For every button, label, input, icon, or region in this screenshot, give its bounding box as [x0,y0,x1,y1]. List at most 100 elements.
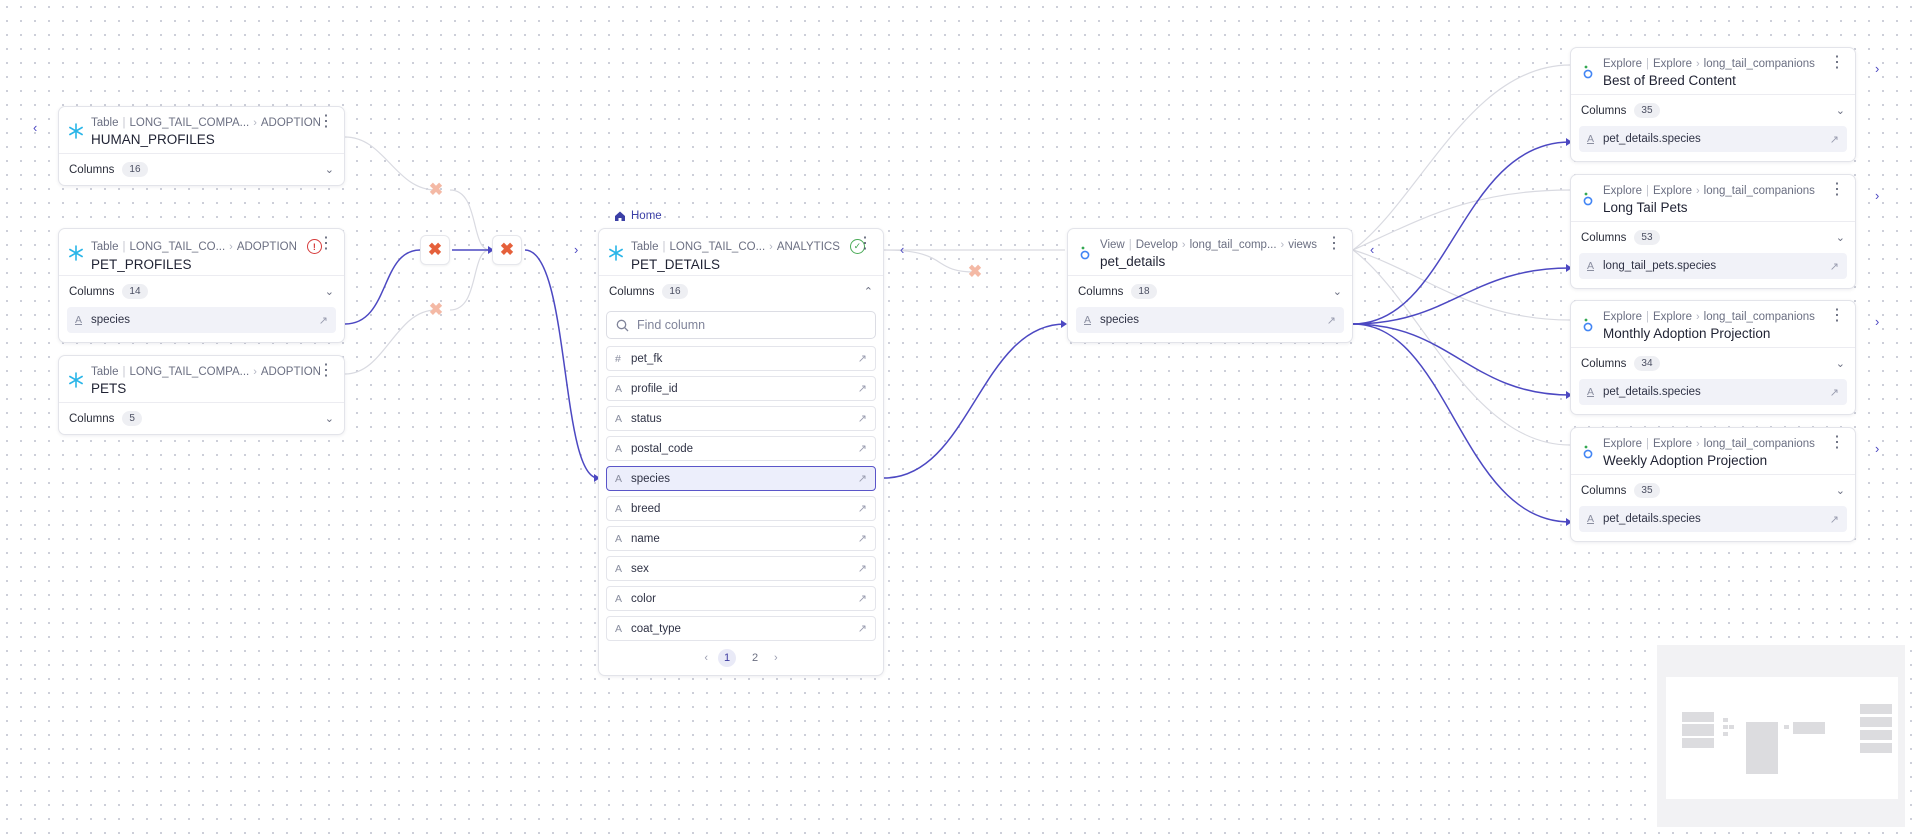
external-link-icon[interactable]: ↗ [319,314,328,327]
external-link-icon[interactable]: ↗ [1327,314,1336,327]
external-link-icon[interactable]: ↗ [858,532,867,545]
node-title: Long Tail Pets [1603,200,1688,215]
source-schema: ADOPTION [260,366,321,378]
chevron-down-icon[interactable]: ⌄ [325,285,334,298]
column-field[interactable]: Along_tail_pets.species ↗ [1579,253,1847,279]
dbt-model-icon[interactable]: ✖ [492,235,522,265]
column-field[interactable]: Apet_details.species ↗ [1579,126,1847,152]
column-row-species[interactable]: Aspecies ↗ [606,466,876,491]
external-link-icon[interactable]: ↗ [858,622,867,635]
search-placeholder: Find column [637,318,706,332]
column-row-status[interactable]: Astatus ↗ [606,406,876,431]
expand-downstream-icon[interactable]: › [1875,441,1879,456]
chevron-left-icon[interactable]: ‹ [1370,242,1374,257]
columns-toggle[interactable]: Columns 35 ⌄ [1571,94,1855,126]
columns-toggle[interactable]: Columns 14 ⌄ [59,275,344,307]
more-options-icon[interactable]: ⋮ [1829,308,1845,324]
page-2-button[interactable]: 2 [746,649,764,667]
chevron-down-icon[interactable]: ⌄ [325,412,334,425]
edge-view-monthly [1352,323,1571,396]
external-link-icon[interactable]: ↗ [858,412,867,425]
node-title: PETS [91,381,127,396]
external-link-icon[interactable]: ↗ [1830,260,1839,273]
chevron-down-icon[interactable]: ⌄ [1836,104,1845,117]
focus-table-card[interactable]: Table | LONG_TAIL_CO... › ANALYTICS ✓ PET_DET… [598,228,884,676]
external-link-icon[interactable]: ↗ [858,592,867,605]
find-column-input[interactable]: Find column [606,311,876,339]
home-tag[interactable]: Home [614,210,662,222]
source-path: LONG_TAIL_CO... [129,240,226,253]
chevron-left-icon[interactable]: ‹ [900,242,904,257]
column-field-species[interactable]: A species ↗ [67,307,336,333]
more-options-icon[interactable]: ⋮ [318,114,334,130]
more-options-icon[interactable]: ⋮ [1829,55,1845,71]
columns-count-badge: 16 [122,162,148,177]
minimap[interactable] [1657,645,1905,827]
dbt-model-icon[interactable]: ✖ [420,235,450,265]
column-field[interactable]: Apet_details.species ↗ [1579,506,1847,532]
column-field[interactable]: Apet_details.species ↗ [1579,379,1847,405]
explore-card[interactable]: Explore | Explore › long_tail_companions Week… [1570,427,1856,542]
chevron-down-icon[interactable]: ⌄ [1836,231,1845,244]
page-1-button[interactable]: 1 [718,649,736,667]
dbt-model-icon[interactable]: ✖ [421,295,451,325]
source-path: long_tail_companions [1703,438,1815,450]
chevron-down-icon[interactable]: ⌄ [1836,484,1845,497]
columns-toggle[interactable]: Columns 53 ⌄ [1571,221,1855,253]
table-card-pet-profiles[interactable]: Table | LONG_TAIL_CO... › ADOPTION! PET_PROF… [58,228,345,343]
column-row-color[interactable]: Acolor ↗ [606,586,876,611]
explore-card[interactable]: Explore | Explore › long_tail_companions Long… [1570,174,1856,289]
prev-page-icon[interactable]: ‹ [704,652,708,664]
column-row-pet-fk[interactable]: # pet_fk ↗ [606,346,876,371]
more-options-icon[interactable]: ⋮ [857,236,873,252]
external-link-icon[interactable]: ↗ [1830,133,1839,146]
columns-toggle[interactable]: Columns 18 ⌄ [1068,275,1352,307]
external-link-icon[interactable]: ↗ [1830,386,1839,399]
expand-upstream-button[interactable]: ‹ [33,120,37,135]
external-link-icon[interactable]: ↗ [858,352,867,365]
columns-toggle[interactable]: Columns 16 ⌄ [59,153,344,185]
column-row-name[interactable]: Aname ↗ [606,526,876,551]
node-title: Monthly Adoption Projection [1603,326,1771,341]
columns-toggle[interactable]: Columns 35 ⌄ [1571,474,1855,506]
explore-card[interactable]: Explore | Explore › long_tail_companions Best… [1570,47,1856,162]
columns-toggle[interactable]: Columns 16 ⌃ [599,275,883,307]
external-link-icon[interactable]: ↗ [858,442,867,455]
more-options-icon[interactable]: ⋮ [1326,236,1342,252]
expand-downstream-icon[interactable]: › [1875,314,1879,329]
chevron-up-icon[interactable]: ⌃ [864,285,873,298]
string-type-icon: A [615,382,623,395]
more-options-icon[interactable]: ⋮ [1829,435,1845,451]
explore-card[interactable]: Explore | Explore › long_tail_companions Mont… [1570,300,1856,415]
external-link-icon[interactable]: ↗ [858,562,867,575]
dbt-model-icon[interactable]: ✖ [960,257,990,287]
next-page-icon[interactable]: › [774,652,778,664]
column-row-profile-id[interactable]: Aprofile_id ↗ [606,376,876,401]
view-card-pet-details[interactable]: View | Develop › long_tail_comp... › views pet… [1067,228,1353,343]
chevron-down-icon[interactable]: ⌄ [1836,357,1845,370]
column-row-postal-code[interactable]: Apostal_code ↗ [606,436,876,461]
external-link-icon[interactable]: ↗ [858,382,867,395]
expand-downstream-icon[interactable]: › [1875,188,1879,203]
more-options-icon[interactable]: ⋮ [318,363,334,379]
column-row-coat-type[interactable]: Acoat_type ↗ [606,616,876,641]
column-row-sex[interactable]: Asex ↗ [606,556,876,581]
column-field-species[interactable]: A species ↗ [1076,307,1344,333]
expand-downstream-icon[interactable]: › [1875,61,1879,76]
columns-count-badge: 14 [122,284,148,299]
more-options-icon[interactable]: ⋮ [318,236,334,252]
table-card-human-profiles[interactable]: Table | LONG_TAIL_COMPA... › ADOPTION HUMAN_… [58,106,345,186]
external-link-icon[interactable]: ↗ [1830,513,1839,526]
chevron-down-icon[interactable]: ⌄ [325,163,334,176]
table-card-pets[interactable]: Table | LONG_TAIL_COMPA... › ADOPTION PETS ⋮… [58,355,345,435]
external-link-icon[interactable]: ↗ [858,472,867,485]
chevron-down-icon[interactable]: ⌄ [1333,285,1342,298]
external-link-icon[interactable]: ↗ [858,502,867,515]
columns-toggle[interactable]: Columns 5 ⌄ [59,402,344,434]
chevron-right-icon[interactable]: › [574,242,578,257]
dbt-model-icon[interactable]: ✖ [421,175,451,205]
column-row-breed[interactable]: Abreed ↗ [606,496,876,521]
more-options-icon[interactable]: ⋮ [1829,182,1845,198]
source-path: LONG_TAIL_CO... [669,240,766,253]
columns-toggle[interactable]: Columns 34 ⌄ [1571,347,1855,379]
